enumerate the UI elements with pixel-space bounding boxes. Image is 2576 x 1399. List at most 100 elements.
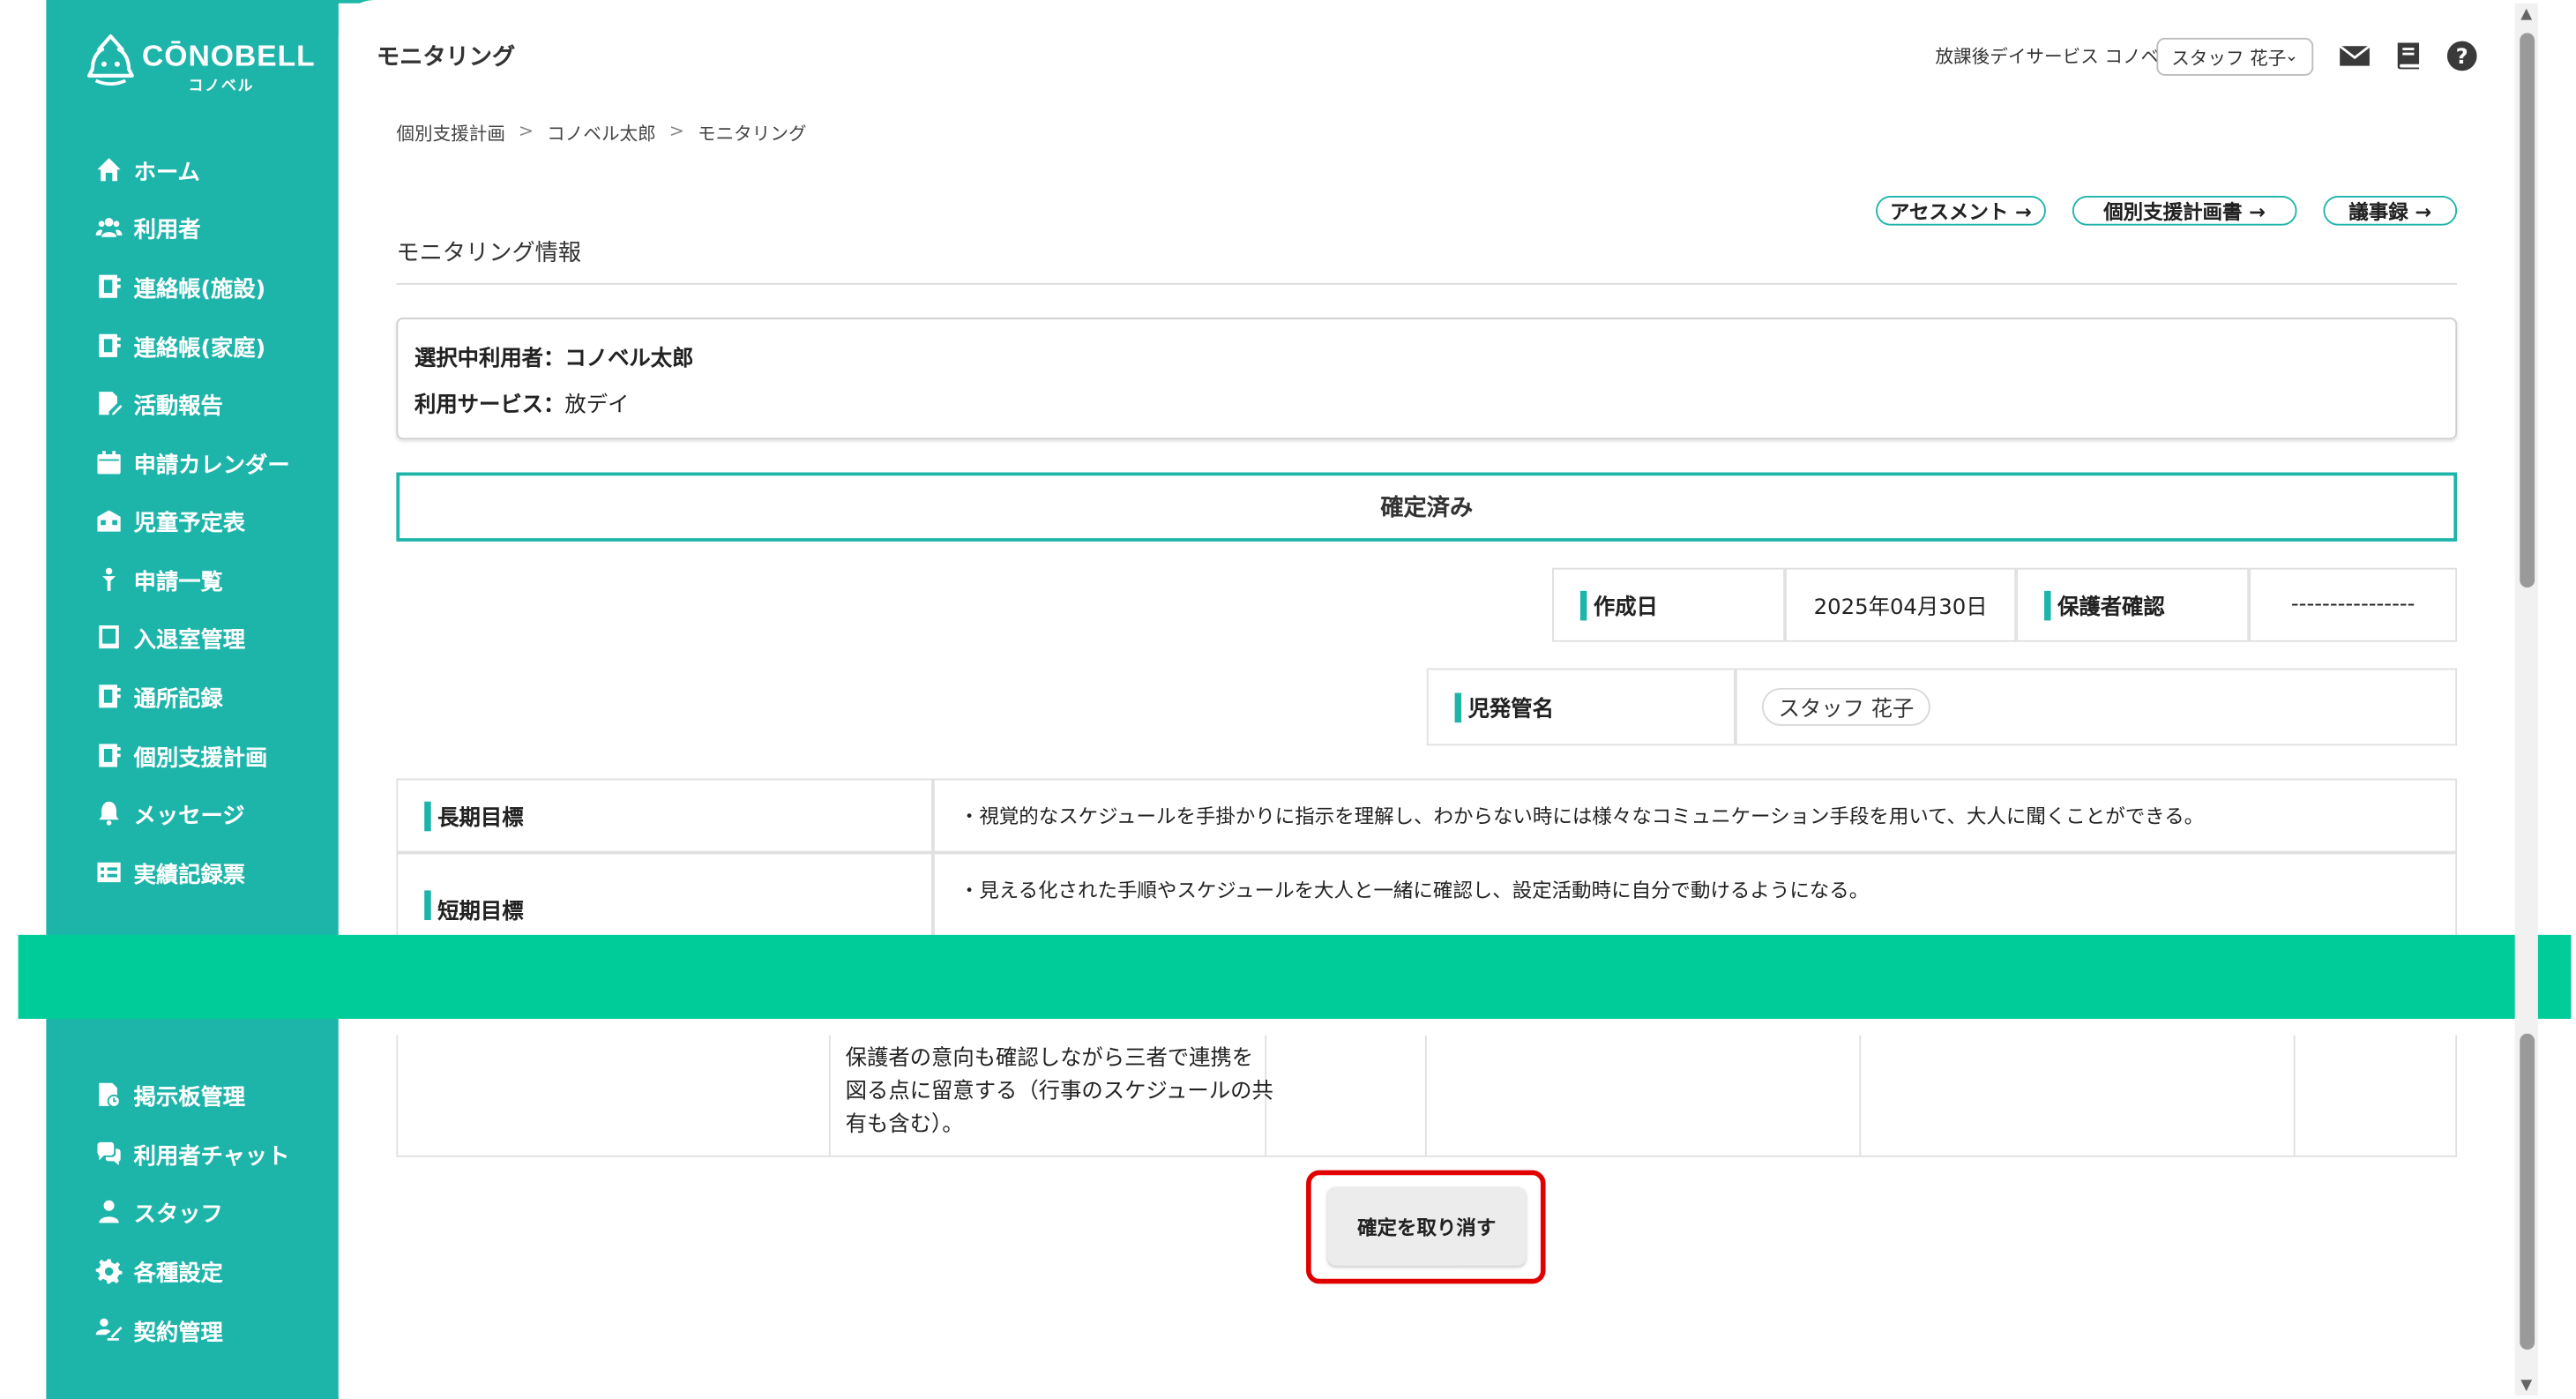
sidebar-item-label: 掲示板管理 bbox=[133, 1084, 246, 1111]
long-term-goal-label-text: 長期目標 bbox=[437, 806, 524, 832]
sidebar-item-label: 活動報告 bbox=[133, 393, 223, 420]
guardian-confirm-value: ---------------- bbox=[2249, 567, 2458, 642]
guardian-confirm-label-text: 保護者確認 bbox=[2057, 595, 2165, 621]
breadcrumb-item[interactable]: 個別支援計画 bbox=[396, 120, 505, 146]
contact-book-icon bbox=[99, 274, 121, 298]
scrollbar-thumb[interactable] bbox=[2520, 33, 2535, 588]
sidebar-item-settings[interactable]: 各種設定 bbox=[95, 1253, 223, 1289]
sidebar-item-child-schedule[interactable]: 児童予定表 bbox=[96, 502, 245, 538]
page-title: モニタリング bbox=[376, 44, 516, 71]
service-row: 利用サービス：放デイ bbox=[414, 386, 630, 418]
long-term-goal-text: ・視覚的なスケジュールを手掛かりに指示を理解し、わからない時には様々なコミュニケ… bbox=[959, 804, 2205, 828]
breadcrumb: 個別支援計画 > コノベル太郎 > モニタリング bbox=[396, 120, 806, 146]
sidebar-item-request-list[interactable]: 申請一覧 bbox=[96, 561, 223, 597]
selected-user-name: コノベル太郎 bbox=[564, 347, 694, 372]
undo-confirm-button[interactable]: 確定を取り消す bbox=[1327, 1186, 1527, 1266]
sidebar-item-bulletin[interactable]: 掲示板管理 bbox=[96, 1076, 245, 1112]
assessment-link-button[interactable]: アセスメント → bbox=[1876, 196, 2046, 226]
sidebar-item-support-plan[interactable]: 個別支援計画 bbox=[96, 737, 267, 774]
chevron-down-icon: ⌄ bbox=[2284, 48, 2299, 66]
bell-icon bbox=[99, 801, 119, 826]
sidebar-item-label: 児童予定表 bbox=[133, 510, 246, 537]
sidebar-item-label: 通所記録 bbox=[133, 686, 223, 713]
request-list-icon bbox=[102, 567, 116, 591]
sidebar-item-room-entry[interactable]: 入退室管理 bbox=[96, 619, 245, 655]
table-cell-line: 保護者の意向も確認しながら三者で連携を bbox=[845, 1046, 1254, 1072]
sidebar-item-contract[interactable]: 契約管理 bbox=[95, 1312, 223, 1348]
sidebar-item-request-calendar[interactable]: 申請カレンダー bbox=[96, 445, 290, 481]
home-icon bbox=[97, 158, 121, 182]
table-divider bbox=[1859, 1035, 1862, 1157]
created-date-label: 作成日 bbox=[1552, 567, 1786, 642]
short-term-goal-label-text: 短期目標 bbox=[437, 900, 524, 925]
breadcrumb-item[interactable]: コノベル太郎 bbox=[547, 120, 656, 146]
sidebar-item-label: メッセージ bbox=[133, 803, 245, 830]
contact-book-icon bbox=[99, 685, 121, 708]
bulletin-icon bbox=[99, 1082, 121, 1108]
created-date-label-text: 作成日 bbox=[1593, 595, 1658, 621]
users-icon bbox=[95, 218, 123, 237]
chevron-right-icon: > bbox=[518, 120, 534, 142]
staff-select[interactable]: スタッフ 花子 ⌄ bbox=[2156, 37, 2314, 76]
brand-kana: コノベル bbox=[188, 79, 255, 96]
sidebar-item-staff[interactable]: スタッフ bbox=[96, 1193, 223, 1230]
sidebar-item-label: 契約管理 bbox=[133, 1320, 223, 1347]
sidebar-item-label: 利用者 bbox=[133, 217, 201, 244]
table-divider bbox=[2293, 1035, 2296, 1157]
table-cell-line: 図る点に留意する（行事のスケジュールの共 bbox=[845, 1080, 1273, 1105]
table-cell-line: 有も含む）。 bbox=[845, 1112, 964, 1138]
brand-logo[interactable]: CŌNOBELL コノベル bbox=[86, 33, 317, 99]
selected-user-label: 選択中利用者： bbox=[414, 347, 565, 372]
sidebar-item-label: 実績記録票 bbox=[133, 862, 246, 889]
svg-text:?: ? bbox=[2456, 43, 2468, 69]
table-divider bbox=[828, 1035, 831, 1157]
book-icon[interactable] bbox=[2393, 40, 2425, 72]
bell-logo-icon bbox=[87, 34, 134, 86]
brand-name: CŌNOBELL bbox=[142, 39, 316, 73]
manager-label-text: 児発管名 bbox=[1467, 698, 1554, 723]
sidebar-item-users[interactable]: 利用者 bbox=[95, 209, 201, 245]
short-term-goal-text: ・見える化された手順やスケジュールを大人と一緒に確認し、設定活動時に自分で動ける… bbox=[959, 879, 1870, 902]
section-title: モニタリング情報 bbox=[396, 240, 582, 267]
mail-icon[interactable] bbox=[2338, 40, 2371, 72]
long-term-goal-label: 長期目標 bbox=[396, 778, 933, 853]
guardian-confirm-label: 保護者確認 bbox=[2016, 567, 2250, 642]
contact-book-icon bbox=[99, 333, 121, 357]
facility-name: 放課後デイサービス コノベル bbox=[1935, 46, 2177, 68]
sidebar-item-message[interactable]: メッセージ bbox=[96, 795, 245, 831]
calendar-icon bbox=[97, 451, 121, 475]
scrollbar-thumb[interactable] bbox=[2520, 1033, 2535, 1350]
sidebar-item-home[interactable]: ホーム bbox=[96, 152, 200, 188]
service-label: 利用サービス： bbox=[414, 393, 565, 418]
sidebar-item-label: 各種設定 bbox=[133, 1261, 223, 1288]
help-icon[interactable]: ? bbox=[2445, 40, 2478, 72]
chat-icon bbox=[97, 1141, 121, 1166]
selected-user-row: 選択中利用者：コノベル太郎 bbox=[414, 340, 694, 372]
chevron-right-icon: > bbox=[668, 120, 684, 142]
sidebar-item-contact-home[interactable]: 連絡帳(家庭) bbox=[96, 327, 265, 363]
breadcrumb-item: モニタリング bbox=[697, 123, 807, 146]
support-plan-link-button[interactable]: 個別支援計画書 → bbox=[2072, 196, 2297, 226]
sidebar-item-label: ホーム bbox=[133, 159, 200, 186]
app-window: CŌNOBELL コノベル ホーム 利用者 連絡帳(施設) 連絡帳(家庭) 活動… bbox=[0, 0, 2576, 1399]
scroll-down-icon[interactable]: ▼ bbox=[2517, 1376, 2536, 1395]
table-divider bbox=[1424, 1035, 1427, 1157]
sidebar-item-activity-report[interactable]: 活動報告 bbox=[96, 385, 223, 422]
created-date-value: 2025年04月30日 bbox=[1785, 567, 2017, 642]
sidebar-item-user-chat[interactable]: 利用者チャット bbox=[96, 1135, 290, 1171]
sidebar-item-label: 利用者チャット bbox=[133, 1143, 290, 1171]
sidebar-item-performance-record[interactable]: 実績記録票 bbox=[96, 854, 245, 890]
sidebar-item-label: 申請一覧 bbox=[133, 569, 223, 596]
selected-user-panel: 選択中利用者：コノベル太郎 利用サービス：放デイ bbox=[396, 318, 2458, 440]
contract-icon bbox=[95, 1318, 123, 1341]
status-banner: 確定済み bbox=[396, 472, 2458, 542]
sidebar-item-contact-facility[interactable]: 連絡帳(施設) bbox=[96, 268, 265, 304]
minutes-link-button[interactable]: 議事録 → bbox=[2323, 196, 2458, 226]
sidebar-item-label: 申請カレンダー bbox=[133, 453, 290, 479]
scroll-up-icon[interactable]: ▲ bbox=[2517, 5, 2536, 25]
sidebar-item-attendance[interactable]: 通所記録 bbox=[96, 678, 223, 714]
report-edit-icon bbox=[99, 392, 123, 415]
manager-chip: スタッフ 花子 bbox=[1761, 687, 1931, 726]
sidebar-item-label: スタッフ bbox=[133, 1201, 223, 1228]
service-value: 放デイ bbox=[564, 393, 630, 418]
